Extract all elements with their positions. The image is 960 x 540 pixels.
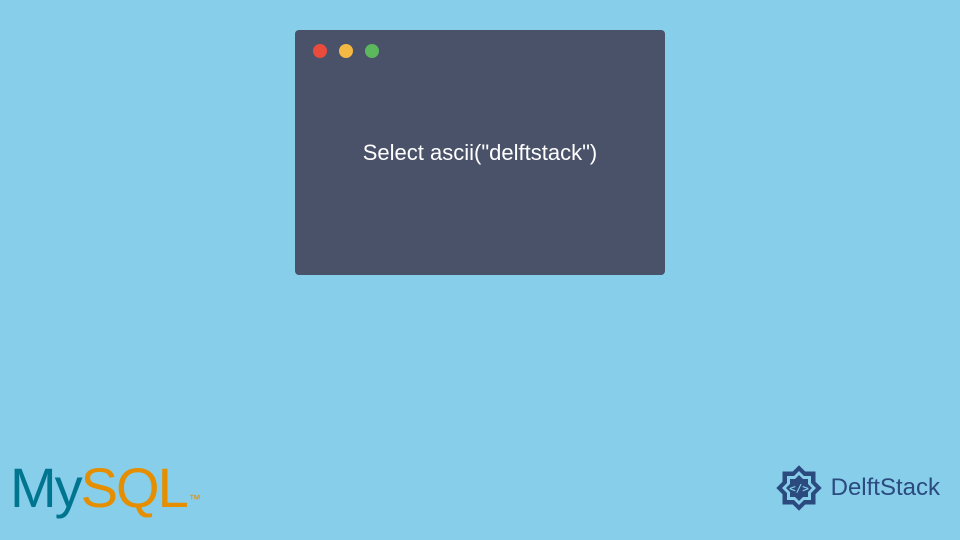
delftstack-text: DelftStack	[831, 474, 940, 502]
mysql-tm-text: ™	[189, 492, 201, 506]
code-content: Select ascii("delftstack")	[363, 140, 597, 166]
minimize-icon	[339, 44, 353, 58]
code-window: Select ascii("delftstack")	[295, 30, 665, 275]
traffic-lights	[295, 30, 665, 72]
close-icon	[313, 44, 327, 58]
mysql-my-text: My	[10, 455, 81, 520]
maximize-icon	[365, 44, 379, 58]
delftstack-logo: </> DelftStack	[771, 460, 940, 516]
delftstack-icon: </>	[771, 460, 827, 516]
mysql-logo: My SQL ™	[10, 455, 201, 520]
svg-text:</>: </>	[789, 482, 809, 495]
mysql-sql-text: SQL	[81, 455, 187, 520]
